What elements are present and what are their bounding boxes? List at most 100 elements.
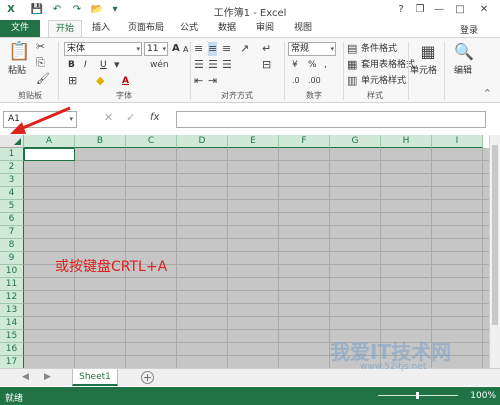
add-sheet-button[interactable]: + <box>141 371 154 384</box>
cells-icon[interactable]: ▦ <box>416 42 440 62</box>
cell-styles-icon[interactable]: ▥ <box>347 74 357 88</box>
row-header[interactable]: 12 <box>0 291 24 304</box>
ribbon-display-button[interactable]: ❐ <box>412 2 428 18</box>
cut-icon[interactable]: ✂ <box>36 40 45 54</box>
font-name-dropdown[interactable]: 宋体 ▾ <box>64 42 142 56</box>
underline-button[interactable]: U <box>100 58 107 72</box>
font-size-dropdown[interactable]: 11 ▾ <box>144 42 168 56</box>
row-header[interactable]: 8 <box>0 239 24 252</box>
row-header[interactable]: 9 <box>0 252 24 265</box>
tab-review[interactable]: 审阅 <box>250 20 280 37</box>
insert-function-button[interactable]: fx <box>150 112 159 123</box>
paste-label[interactable]: 粘贴 <box>8 64 26 78</box>
row-header[interactable]: 1 <box>0 148 24 161</box>
tab-file[interactable]: 文件 <box>0 20 40 37</box>
comma-button[interactable]: , <box>324 58 327 72</box>
align-bottom-icon[interactable]: ≡ <box>222 42 231 56</box>
wrap-text-icon[interactable]: ↵ <box>262 42 271 56</box>
increase-indent-icon[interactable]: ⇥ <box>208 74 217 88</box>
collapse-ribbon-icon[interactable]: ^ <box>484 86 491 100</box>
format-painter-icon[interactable]: 🖌 <box>36 72 50 86</box>
cell-styles-button[interactable]: 单元格样式 <box>361 74 406 88</box>
maximize-button[interactable]: □ <box>452 2 468 18</box>
ribbon-separator <box>444 42 445 100</box>
zoom-slider[interactable] <box>378 392 458 399</box>
row-header[interactable]: 5 <box>0 200 24 213</box>
row-header[interactable]: 15 <box>0 330 24 343</box>
cells-button[interactable]: 单元格 <box>410 64 437 78</box>
annotation-text: 或按键盘CRTL+A <box>55 259 168 275</box>
border-icon[interactable]: ⊞ <box>68 74 77 88</box>
row-header[interactable]: 11 <box>0 278 24 291</box>
help-button[interactable]: ? <box>393 2 409 18</box>
row-header[interactable]: 6 <box>0 213 24 226</box>
conditional-format-icon[interactable]: ▤ <box>347 42 357 56</box>
bold-button[interactable]: B <box>68 58 75 72</box>
enter-icon[interactable]: ✓ <box>126 111 135 124</box>
align-center-icon[interactable]: ☰ <box>208 58 218 72</box>
align-left-icon[interactable]: ☰ <box>194 58 204 72</box>
merge-center-icon[interactable]: ⊟ <box>262 58 271 72</box>
column-header[interactable]: F <box>279 135 330 148</box>
row-header[interactable]: 16 <box>0 343 24 356</box>
zoom-level[interactable]: 100% <box>470 391 496 401</box>
row-header[interactable]: 2 <box>0 161 24 174</box>
row-header[interactable]: 7 <box>0 226 24 239</box>
decrease-indent-icon[interactable]: ⇤ <box>194 74 203 88</box>
align-top-icon[interactable]: ≡ <box>194 42 203 56</box>
annotation-arrow <box>10 106 71 134</box>
column-header[interactable]: D <box>177 135 228 148</box>
row-header[interactable]: 3 <box>0 174 24 187</box>
next-sheet-icon[interactable]: ▶ <box>44 372 51 382</box>
column-header[interactable]: G <box>330 135 381 148</box>
column-header[interactable]: I <box>432 135 483 148</box>
sheet-tab[interactable]: Sheet1 <box>72 369 118 386</box>
column-header[interactable]: E <box>228 135 279 148</box>
italic-button[interactable]: I <box>84 58 87 72</box>
paste-icon[interactable]: 📋 <box>8 42 30 62</box>
tab-page-layout[interactable]: 页面布局 <box>122 20 170 37</box>
tab-formulas[interactable]: 公式 <box>174 20 204 37</box>
row-header[interactable]: 13 <box>0 304 24 317</box>
editing-button[interactable]: 编辑 <box>454 64 472 78</box>
scroll-thumb[interactable] <box>492 145 498 325</box>
prev-sheet-icon[interactable]: ◀ <box>22 372 29 382</box>
increase-decimal-icon[interactable]: .0 <box>292 74 300 88</box>
copy-icon[interactable]: ⎘ <box>36 56 45 70</box>
tab-insert[interactable]: 插入 <box>86 20 116 37</box>
minimize-button[interactable]: — <box>431 2 447 18</box>
currency-button[interactable]: ¥ <box>292 58 298 72</box>
underline-dropdown-icon[interactable]: ▾ <box>114 58 120 72</box>
fill-color-icon[interactable]: ◆ <box>96 74 104 88</box>
align-middle-icon[interactable]: ≡ <box>208 42 218 56</box>
format-table-icon[interactable]: ▦ <box>347 58 357 72</box>
row-header[interactable]: 14 <box>0 317 24 330</box>
format-table-button[interactable]: 套用表格格式 <box>361 58 415 72</box>
align-right-icon[interactable]: ☰ <box>222 58 232 72</box>
tab-home[interactable]: 开始 <box>48 20 82 37</box>
percent-button[interactable]: % <box>308 58 317 72</box>
decrease-decimal-icon[interactable]: .00 <box>308 74 321 88</box>
row-header[interactable]: 10 <box>0 265 24 278</box>
font-color-button[interactable]: A <box>122 74 129 88</box>
tab-data[interactable]: 数据 <box>212 20 242 37</box>
editing-icon[interactable]: 🔍 <box>452 42 476 62</box>
shrink-font-button[interactable]: A <box>183 43 188 57</box>
orientation-icon[interactable]: ↗ <box>240 42 249 56</box>
column-header[interactable]: C <box>126 135 177 148</box>
number-format-dropdown[interactable]: 常规 ▾ <box>288 42 336 56</box>
arrow-shaft <box>17 106 71 132</box>
row-header[interactable]: 4 <box>0 187 24 200</box>
grow-font-button[interactable]: A <box>172 42 180 56</box>
login-link[interactable]: 登录 <box>460 23 478 36</box>
title-bar: X 💾 ↶ ↷ 📂 ▾ 工作簿1 - Excel ? ❐ — □ ✕ <box>0 0 500 20</box>
column-header[interactable]: H <box>381 135 432 148</box>
cancel-icon[interactable]: ✕ <box>104 111 113 124</box>
active-cell[interactable] <box>24 148 75 161</box>
zoom-knob[interactable] <box>416 392 419 399</box>
close-button[interactable]: ✕ <box>476 2 492 18</box>
phonetic-icon[interactable]: wén <box>150 58 169 72</box>
tab-view[interactable]: 视图 <box>288 20 318 37</box>
formula-input[interactable] <box>176 111 486 128</box>
conditional-format-button[interactable]: 条件格式 <box>361 42 397 56</box>
